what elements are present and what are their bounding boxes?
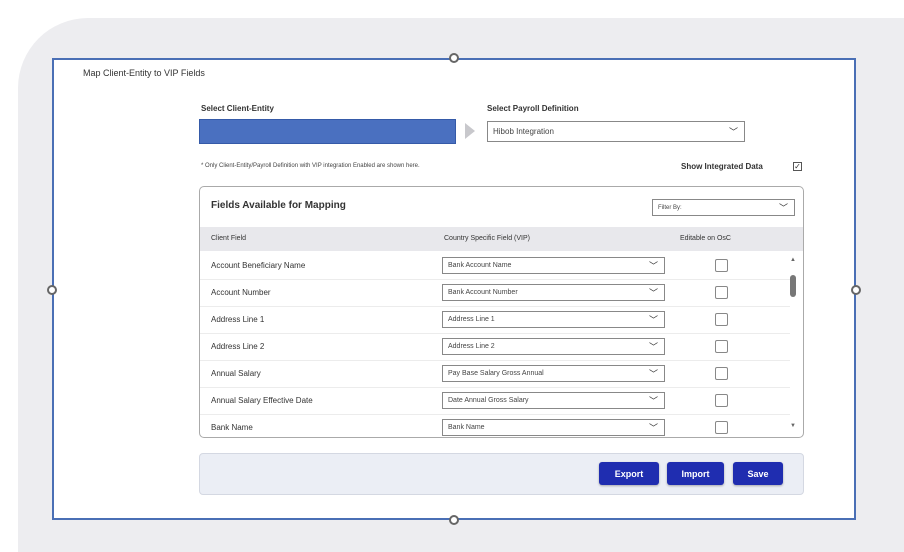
vip-field-select[interactable]: Bank Name ﹀ bbox=[442, 419, 665, 436]
vip-field-value: Address Line 2 bbox=[448, 343, 495, 350]
vip-field-value: Pay Base Salary Gross Annual bbox=[448, 370, 544, 377]
editable-checkbox[interactable] bbox=[715, 340, 728, 353]
table-row: Bank Name Bank Name ﹀ bbox=[200, 415, 790, 437]
editable-checkbox[interactable] bbox=[715, 394, 728, 407]
column-header-client-field: Client Field bbox=[211, 235, 247, 242]
editable-checkbox[interactable] bbox=[715, 313, 728, 326]
chevron-down-icon: ﹀ bbox=[648, 422, 658, 433]
filter-placeholder: Filter By: bbox=[658, 204, 682, 211]
editable-checkbox[interactable] bbox=[715, 367, 728, 380]
table-row: Annual Salary Effective Date Date Annual… bbox=[200, 388, 790, 415]
vip-field-value: Bank Account Name bbox=[448, 262, 512, 269]
chevron-down-icon: ﹀ bbox=[648, 395, 658, 406]
mapping-rows: Account Beneficiary Name Bank Account Na… bbox=[200, 253, 790, 437]
dialog-title: Map Client-Entity to VIP Fields bbox=[83, 68, 205, 78]
scroll-thumb[interactable] bbox=[790, 275, 796, 297]
client-entity-label: Select Client-Entity bbox=[201, 104, 274, 113]
table-row: Account Beneficiary Name Bank Account Na… bbox=[200, 253, 790, 280]
chevron-down-icon: ﹀ bbox=[648, 341, 658, 352]
panel-title: Fields Available for Mapping bbox=[211, 200, 346, 211]
vip-field-value: Address Line 1 bbox=[448, 316, 495, 323]
chevron-down-icon: ﹀ bbox=[648, 314, 658, 325]
rows-scrollbar[interactable]: ▲ ▼ bbox=[788, 257, 798, 429]
scroll-down-icon[interactable]: ▼ bbox=[788, 423, 798, 429]
save-button[interactable]: Save bbox=[733, 462, 783, 485]
client-field-name: Bank Name bbox=[211, 423, 253, 432]
filter-select[interactable]: Filter By: ﹀ bbox=[652, 199, 795, 216]
column-header-editable: Editable on OsC bbox=[680, 235, 731, 242]
vip-field-select[interactable]: Address Line 2 ﹀ bbox=[442, 338, 665, 355]
client-field-name: Account Beneficiary Name bbox=[211, 261, 306, 270]
resize-handle-left[interactable] bbox=[47, 285, 57, 295]
column-header-vip-field: Country Specific Field (VIP) bbox=[444, 235, 530, 242]
vip-field-select[interactable]: Bank Account Name ﹀ bbox=[442, 257, 665, 274]
payroll-definition-value: Hibob Integration bbox=[493, 127, 554, 136]
table-row: Address Line 2 Address Line 2 ﹀ bbox=[200, 334, 790, 361]
vip-field-value: Date Annual Gross Salary bbox=[448, 397, 529, 404]
payroll-definition-label: Select Payroll Definition bbox=[487, 104, 579, 113]
payroll-definition-select[interactable]: Hibob Integration ﹀ bbox=[487, 121, 745, 142]
fields-mapping-panel: Fields Available for Mapping Filter By: … bbox=[199, 186, 804, 438]
client-field-name: Address Line 2 bbox=[211, 342, 265, 351]
column-header-row: Client Field Country Specific Field (VIP… bbox=[200, 227, 803, 251]
import-button[interactable]: Import bbox=[667, 462, 724, 485]
resize-handle-top[interactable] bbox=[449, 53, 459, 63]
show-integrated-label: Show Integrated Data bbox=[681, 162, 763, 171]
editable-checkbox[interactable] bbox=[715, 259, 728, 272]
client-field-name: Annual Salary bbox=[211, 369, 261, 378]
table-row: Account Number Bank Account Number ﹀ bbox=[200, 280, 790, 307]
chevron-down-icon: ﹀ bbox=[648, 287, 658, 298]
editable-checkbox[interactable] bbox=[715, 286, 728, 299]
chevron-down-icon: ﹀ bbox=[648, 260, 658, 271]
resize-handle-bottom[interactable] bbox=[449, 515, 459, 525]
chevron-down-icon: ﹀ bbox=[648, 368, 658, 379]
vip-field-value: Bank Name bbox=[448, 424, 485, 431]
resize-handle-right[interactable] bbox=[851, 285, 861, 295]
show-integrated-checkbox[interactable]: ✓ bbox=[793, 162, 802, 171]
chevron-down-icon: ﹀ bbox=[778, 202, 788, 213]
chevron-down-icon: ﹀ bbox=[728, 126, 738, 137]
editable-checkbox[interactable] bbox=[715, 421, 728, 434]
client-field-name: Annual Salary Effective Date bbox=[211, 396, 313, 405]
client-field-name: Account Number bbox=[211, 288, 271, 297]
vip-field-select[interactable]: Bank Account Number ﹀ bbox=[442, 284, 665, 301]
vip-field-select[interactable]: Date Annual Gross Salary ﹀ bbox=[442, 392, 665, 409]
vip-field-select[interactable]: Address Line 1 ﹀ bbox=[442, 311, 665, 328]
client-entity-select[interactable] bbox=[199, 119, 456, 144]
arrow-right-icon bbox=[465, 123, 475, 139]
scroll-up-icon[interactable]: ▲ bbox=[788, 257, 798, 263]
client-field-name: Address Line 1 bbox=[211, 315, 265, 324]
integration-note: * Only Client-Entity/Payroll Definition … bbox=[201, 163, 420, 169]
export-button[interactable]: Export bbox=[599, 462, 659, 485]
vip-field-select[interactable]: Pay Base Salary Gross Annual ﹀ bbox=[442, 365, 665, 382]
table-row: Address Line 1 Address Line 1 ﹀ bbox=[200, 307, 790, 334]
vip-field-value: Bank Account Number bbox=[448, 289, 518, 296]
table-row: Annual Salary Pay Base Salary Gross Annu… bbox=[200, 361, 790, 388]
